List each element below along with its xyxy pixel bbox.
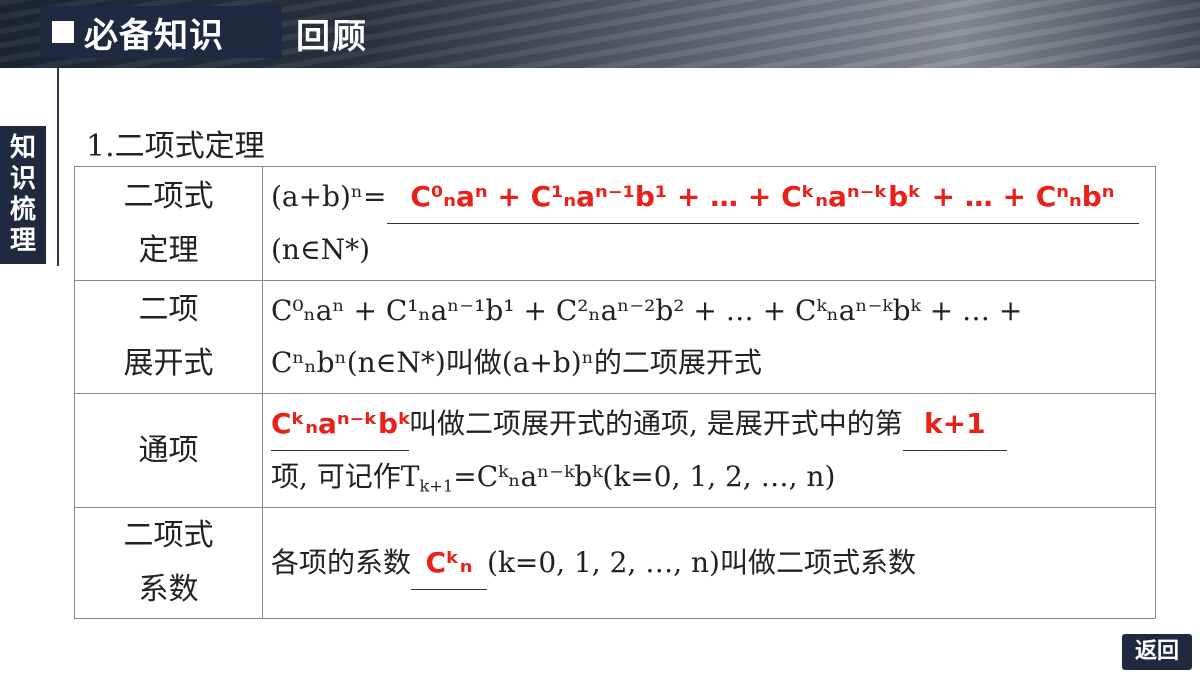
answer-term-index: k+1	[902, 398, 1007, 451]
answer-general-term: Cᵏₙaⁿ⁻ᵏbᵏ	[271, 398, 412, 451]
section-heading: 1.二项式定理	[86, 129, 265, 164]
general-term-notation: 项, 可记作T	[271, 460, 420, 493]
page-subtitle: 回顾	[296, 17, 368, 57]
row-label: 二项式 定理	[74, 166, 263, 281]
row-label-line: 通项	[138, 432, 199, 468]
expansion-line-2-text: 叫做(a+b)ⁿ的二项展开式	[445, 346, 762, 379]
general-term-formula: =Cᵏₙaⁿ⁻ᵏbᵏ(k=0, 1, 2, …, n)	[453, 460, 836, 493]
row-label-line: 二项式	[123, 178, 214, 214]
table-row: 二项式 系数 各项的系数 Cᵏₙ (k=0, 1, 2, …, n)叫做二项式系数	[74, 507, 1156, 619]
row-content: (a+b)ⁿ= C⁰ₙaⁿ + C¹ₙaⁿ⁻¹b¹ + … + Cᵏₙaⁿ⁻ᵏbᵏ…	[262, 166, 1156, 281]
row-label-line: 二项式	[123, 518, 214, 553]
binomial-theorem-table: 二项式 定理 (a+b)ⁿ= C⁰ₙaⁿ + C¹ₙaⁿ⁻¹b¹ + … + Cᵏ…	[74, 166, 1156, 619]
sidebar-tab-char: 识	[9, 164, 36, 194]
general-term-text: 叫做二项展开式的通项, 是展开式中的第	[409, 407, 903, 440]
row-label: 二项式 系数	[74, 507, 263, 619]
table-row: 二项式 定理 (a+b)ⁿ= C⁰ₙaⁿ + C¹ₙaⁿ⁻¹b¹ + … + Cᵏ…	[74, 166, 1156, 281]
sidebar-tab-knowledge[interactable]: 知 识 梳 理	[0, 126, 46, 264]
row-label-line: 二项	[138, 292, 199, 327]
table-row: 通项 Cᵏₙaⁿ⁻ᵏbᵏ叫做二项展开式的通项, 是展开式中的第 k+1 项, 可记…	[74, 393, 1156, 508]
row-label: 通项	[74, 393, 263, 508]
answer-binomial-coefficient: Cᵏₙ	[411, 537, 488, 590]
sidebar-tab-char: 理	[9, 226, 36, 256]
row-label-line: 定理	[138, 232, 199, 268]
row-content: C⁰ₙaⁿ + C¹ₙaⁿ⁻¹b¹ + C²ₙaⁿ⁻²b² + … + Cᵏₙa…	[262, 280, 1156, 394]
row-label: 二项 展开式	[74, 280, 263, 394]
table-row: 二项 展开式 C⁰ₙaⁿ + C¹ₙaⁿ⁻¹b¹ + C²ₙaⁿ⁻²b² + ……	[74, 280, 1156, 394]
row-label-line: 系数	[138, 572, 199, 607]
row-content: 各项的系数 Cᵏₙ (k=0, 1, 2, …, n)叫做二项式系数	[262, 507, 1156, 619]
page-title: 必备知识	[84, 15, 224, 56]
general-term-subscript: k+1	[419, 476, 454, 496]
title-square-icon	[52, 21, 74, 43]
formula-prefix: (a+b)ⁿ=	[271, 180, 387, 213]
side-divider	[57, 68, 59, 266]
expansion-line-2-formula: Cⁿₙbⁿ(n∈N*)	[271, 346, 446, 379]
coefficient-text-pre: 各项的系数	[271, 545, 412, 579]
title-box: 必备知识	[40, 6, 282, 58]
sidebar-tab-char: 知	[9, 133, 36, 163]
answer-binomial-expansion: C⁰ₙaⁿ + C¹ₙaⁿ⁻¹b¹ + … + Cᵏₙaⁿ⁻ᵏbᵏ + … + …	[386, 171, 1139, 224]
row-content: Cᵏₙaⁿ⁻ᵏbᵏ叫做二项展开式的通项, 是展开式中的第 k+1 项, 可记作Tk…	[262, 393, 1156, 508]
back-button[interactable]: 返回	[1122, 634, 1192, 670]
expansion-line-1: C⁰ₙaⁿ + C¹ₙaⁿ⁻¹b¹ + C²ₙaⁿ⁻²b² + … + Cᵏₙa…	[271, 294, 1023, 327]
coefficient-text-post: (k=0, 1, 2, …, n)叫做二项式系数	[487, 545, 916, 579]
sidebar-tab-char: 梳	[9, 195, 36, 225]
formula-suffix: (n∈N*)	[271, 233, 371, 266]
row-label-line: 展开式	[123, 346, 214, 381]
